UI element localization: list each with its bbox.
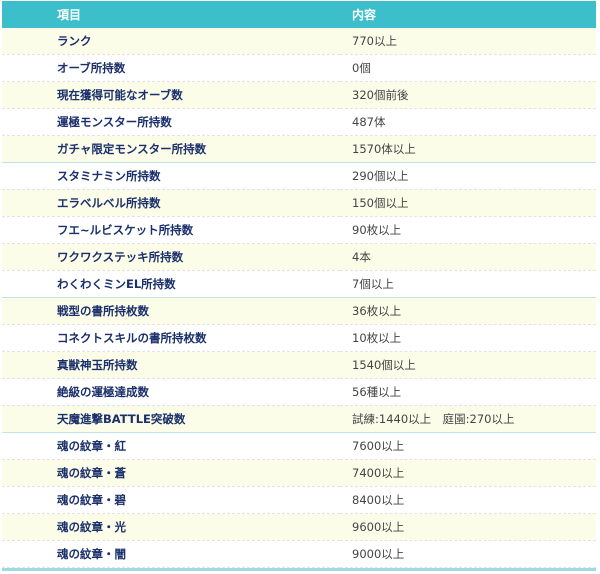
row-item: 天魔進撃BATTLE突破数 [2, 405, 340, 433]
table-row: オーブ所持数 0個 [2, 54, 596, 82]
row-value: 9600以上 [340, 513, 596, 541]
table-row: エラベルベル所持数 150個以上 [2, 189, 596, 217]
table-row: ワクワクステッキ所持数 4本 [2, 243, 596, 271]
row-value: 試練:1440以上 庭園:270以上 [340, 405, 596, 433]
row-value: 7400以上 [340, 459, 596, 487]
account-info-table-container: 項目 内容 ランク 770以上 オーブ所持数 0個 現在獲得可能なオーブ数 32… [2, 1, 596, 571]
row-item: 魂の紋章・光 [2, 513, 340, 541]
table-row: 魂の紋章・紅 7600以上 [2, 432, 596, 460]
table-row: コネクトスキルの書所持枚数 10枚以上 [2, 324, 596, 352]
row-value: 90枚以上 [340, 216, 596, 244]
row-item: 絶級の運極達成数 [2, 378, 340, 406]
row-value: 10枚以上 [340, 324, 596, 352]
table-row: スタミナミン所持数 290個以上 [2, 162, 596, 190]
row-item: オーブ所持数 [2, 54, 340, 82]
table-row: 戦型の書所持枚数 36枚以上 [2, 297, 596, 325]
row-item: 魂の紋章・碧 [2, 486, 340, 514]
row-value: 8400以上 [340, 486, 596, 514]
table-row: 魂の紋章・碧 8400以上 [2, 486, 596, 514]
table-row: 魂の紋章・蒼 7400以上 [2, 459, 596, 487]
row-item: 現在獲得可能なオーブ数 [2, 81, 340, 109]
row-item: わくわくミンEL所持数 [2, 270, 340, 298]
header-item: 項目 [2, 1, 340, 28]
table-body: ランク 770以上 オーブ所持数 0個 現在獲得可能なオーブ数 320個前後 運… [2, 28, 596, 568]
row-value: 36枚以上 [340, 297, 596, 325]
table-row: 絶級の運極達成数 56種以上 [2, 378, 596, 406]
row-value: 0個 [340, 54, 596, 82]
row-item: 戦型の書所持枚数 [2, 297, 340, 325]
table-bottom-border [2, 568, 596, 571]
table-row: 魂の紋章・光 9600以上 [2, 513, 596, 541]
row-item: コネクトスキルの書所持枚数 [2, 324, 340, 352]
row-item: スタミナミン所持数 [2, 162, 340, 190]
row-item: ガチャ限定モンスター所持数 [2, 135, 340, 163]
row-item: 魂の紋章・蒼 [2, 459, 340, 487]
row-value: 9000以上 [340, 540, 596, 568]
header-content: 内容 [340, 1, 596, 28]
table-row: フエ~ルビスケット所持数 90枚以上 [2, 216, 596, 244]
table-row: 運極モンスター所持数 487体 [2, 108, 596, 136]
row-value: 290個以上 [340, 162, 596, 190]
header-row: 項目 内容 [2, 1, 596, 28]
row-item: 真獣神玉所持数 [2, 351, 340, 379]
row-value: 7個以上 [340, 270, 596, 298]
row-value: 56種以上 [340, 378, 596, 406]
row-item: 運極モンスター所持数 [2, 108, 340, 136]
row-item: ランク [2, 28, 340, 55]
row-value: 1540個以上 [340, 351, 596, 379]
table-row: わくわくミンEL所持数 7個以上 [2, 270, 596, 298]
table-row: 現在獲得可能なオーブ数 320個前後 [2, 81, 596, 109]
table-row: 天魔進撃BATTLE突破数 試練:1440以上 庭園:270以上 [2, 405, 596, 433]
table-row: 真獣神玉所持数 1540個以上 [2, 351, 596, 379]
table-row: 魂の紋章・闇 9000以上 [2, 540, 596, 568]
row-value: 150個以上 [340, 189, 596, 217]
row-item: 魂の紋章・紅 [2, 432, 340, 460]
row-item: フエ~ルビスケット所持数 [2, 216, 340, 244]
row-item: 魂の紋章・闇 [2, 540, 340, 568]
row-value: 770以上 [340, 28, 596, 55]
row-value: 320個前後 [340, 81, 596, 109]
table-header: 項目 内容 [2, 1, 596, 28]
row-value: 7600以上 [340, 432, 596, 460]
account-info-table: 項目 内容 ランク 770以上 オーブ所持数 0個 現在獲得可能なオーブ数 32… [2, 1, 596, 568]
row-item: ワクワクステッキ所持数 [2, 243, 340, 271]
table-row: ランク 770以上 [2, 28, 596, 55]
row-value: 4本 [340, 243, 596, 271]
row-item: エラベルベル所持数 [2, 189, 340, 217]
row-value: 1570体以上 [340, 135, 596, 163]
row-value: 487体 [340, 108, 596, 136]
table-row: ガチャ限定モンスター所持数 1570体以上 [2, 135, 596, 163]
